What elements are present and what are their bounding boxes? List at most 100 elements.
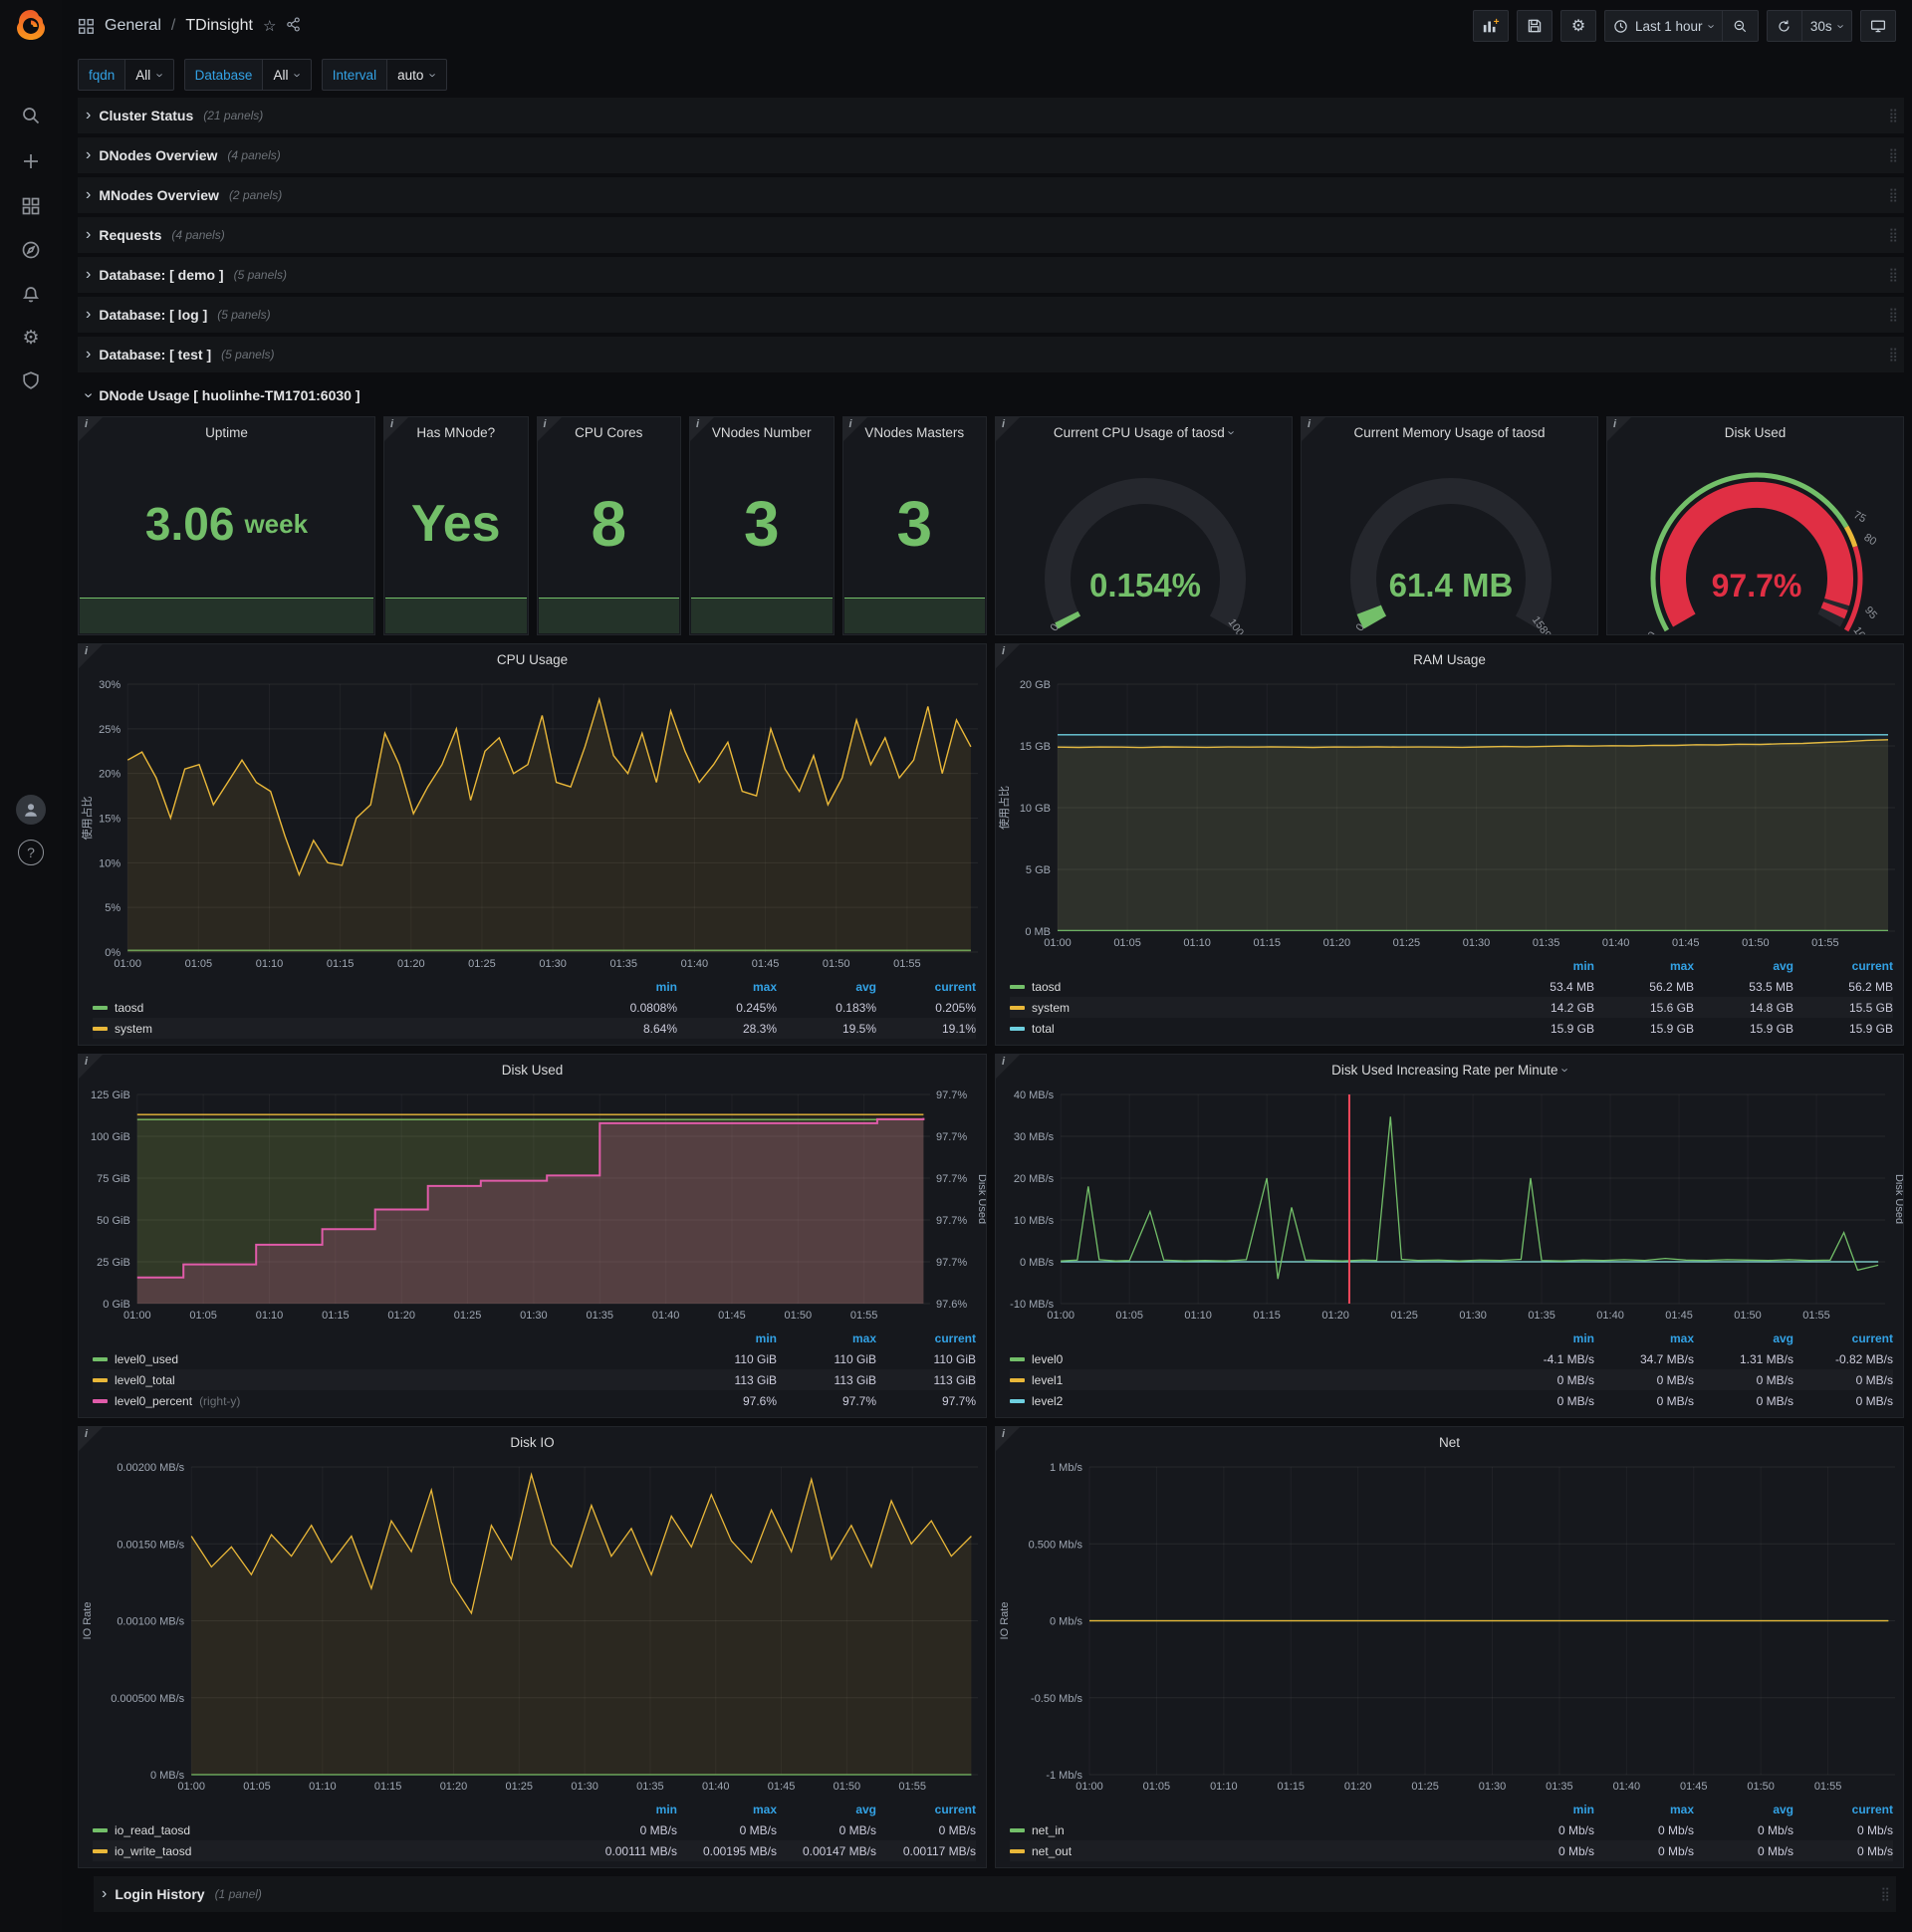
variable-database-value[interactable]: All › [263,59,312,91]
legend-header[interactable]: avg [1694,1331,1793,1345]
info-icon[interactable]: i [85,1056,88,1068]
info-icon[interactable]: i [1002,1428,1005,1440]
create-icon[interactable] [0,141,62,181]
legend-series-toggle[interactable]: system [93,1022,152,1036]
legend-series-toggle[interactable]: level1 [1010,1373,1063,1387]
row-drag-handle[interactable]: ⣿ [1888,267,1898,283]
legend-series-toggle[interactable]: level0_percent (right-y) [93,1394,240,1408]
legend-series-toggle[interactable]: io_write_taosd [93,1844,191,1858]
info-icon[interactable]: i [85,645,88,657]
legend-series-toggle[interactable]: taosd [93,1001,143,1015]
panel-header[interactable]: Disk Used Increasing Rate per Minute › [996,1055,1903,1085]
avatar-icon[interactable] [0,790,62,830]
dashboard-settings-button[interactable]: ⚙ [1559,10,1596,42]
panel-header[interactable]: Disk Used [1607,417,1903,447]
info-icon[interactable]: i [85,418,88,430]
legend-series-toggle[interactable]: taosd [1010,980,1061,994]
info-icon[interactable]: i [1308,418,1311,430]
row-drag-handle[interactable]: ⣿ [1888,307,1898,323]
info-icon[interactable]: i [85,1428,88,1440]
legend-header[interactable]: max [677,1803,777,1816]
legend-header[interactable]: min [1495,959,1594,973]
legend-header[interactable]: min [1495,1331,1594,1345]
legend-header[interactable]: max [1594,1803,1694,1816]
share-icon[interactable] [286,16,301,36]
server-admin-icon[interactable] [0,361,62,400]
cycle-view-mode-button[interactable] [1860,10,1896,42]
help-icon[interactable]: ? [0,833,62,872]
panel-header[interactable]: Disk IO [79,1427,986,1457]
legend-header[interactable]: max [677,980,777,994]
legend-header[interactable]: min [1495,1803,1594,1816]
refresh-interval-picker[interactable]: 30s › [1801,10,1852,42]
legend-series-toggle[interactable]: io_read_taosd [93,1823,190,1837]
info-icon[interactable]: i [849,418,852,430]
legend-series-toggle[interactable]: level2 [1010,1394,1063,1408]
panel-header[interactable]: Net [996,1427,1903,1457]
breadcrumb-folder[interactable]: General [105,17,161,35]
legend-header[interactable]: avg [1694,959,1793,973]
row-drag-handle[interactable]: ⣿ [1888,347,1898,362]
panel-menu-chevron-icon[interactable]: › [1224,430,1239,434]
info-icon[interactable]: i [544,418,547,430]
info-icon[interactable]: i [1002,645,1005,657]
legend-header[interactable]: current [876,1331,976,1345]
add-panel-button[interactable]: + [1472,10,1509,42]
legend-series-toggle[interactable]: total [1010,1022,1055,1036]
breadcrumb-dashboard-title[interactable]: TDinsight [185,17,253,35]
legend-header[interactable]: current [876,1803,976,1816]
row-drag-handle[interactable]: ⣿ [1888,108,1898,123]
legend-header[interactable]: current [876,980,976,994]
legend-header[interactable]: min [578,980,677,994]
search-icon[interactable] [0,96,62,135]
row-dnode-usage[interactable]: › DNode Usage [ huolinhe-TM1701:6030 ] [78,376,1904,414]
info-icon[interactable]: i [390,418,393,430]
legend-header[interactable]: avg [1694,1803,1793,1816]
panel-menu-chevron-icon[interactable]: › [1557,1068,1572,1072]
legend-series-toggle[interactable]: system [1010,1001,1070,1015]
zoom-out-time-button[interactable] [1722,10,1759,42]
panel-header[interactable]: Current Memory Usage of taosd [1302,417,1597,447]
dashboard-row-collapsed[interactable]: › Cluster Status (21 panels) ⣿ [78,98,1904,133]
row-drag-handle[interactable]: ⣿ [1888,147,1898,163]
panel-header[interactable]: Current CPU Usage of taosd › [996,417,1292,447]
panel-header[interactable]: Uptime [79,417,374,447]
dashboards-icon[interactable] [0,186,62,226]
panel-header[interactable]: CPU Usage [79,644,986,674]
alerting-icon[interactable] [0,275,62,315]
dashboard-row-collapsed[interactable]: › Database: [ test ] (5 panels) ⣿ [78,337,1904,372]
variable-interval-value[interactable]: auto › [387,59,447,91]
row-drag-handle[interactable]: ⣿ [1880,1886,1890,1902]
dashboard-row-collapsed[interactable]: › Database: [ log ] (5 panels) ⣿ [78,297,1904,333]
legend-header[interactable]: avg [777,980,876,994]
panel-header[interactable]: RAM Usage [996,644,1903,674]
legend-series-toggle[interactable]: net_in [1010,1823,1065,1837]
explore-icon[interactable] [0,230,62,270]
panel-header[interactable]: Disk Used [79,1055,986,1085]
legend-header[interactable]: max [777,1331,876,1345]
legend-header[interactable]: current [1793,1331,1893,1345]
legend-series-toggle[interactable]: net_out [1010,1844,1072,1858]
legend-header[interactable]: max [1594,959,1694,973]
legend-header[interactable]: current [1793,1803,1893,1816]
legend-header[interactable]: min [578,1803,677,1816]
legend-header[interactable]: avg [777,1803,876,1816]
row-drag-handle[interactable]: ⣿ [1888,187,1898,203]
legend-header[interactable]: max [1594,1331,1694,1345]
dashboard-row-collapsed[interactable]: › MNodes Overview (2 panels) ⣿ [78,177,1904,213]
configuration-icon[interactable]: ⚙ [0,318,62,358]
save-dashboard-button[interactable] [1516,10,1553,42]
legend-header[interactable]: min [677,1331,777,1345]
dashboard-row-collapsed[interactable]: › Database: [ demo ] (5 panels) ⣿ [78,257,1904,293]
legend-series-toggle[interactable]: level0_total [93,1373,175,1387]
row-login-history[interactable]: › Login History (1 panel) ⣿ [94,1876,1896,1912]
legend-header[interactable]: current [1793,959,1893,973]
legend-series-toggle[interactable]: level0_used [93,1352,178,1366]
variable-fqdn-value[interactable]: All › [125,59,174,91]
info-icon[interactable]: i [1613,418,1616,430]
refresh-button[interactable] [1766,10,1802,42]
row-drag-handle[interactable]: ⣿ [1888,227,1898,243]
info-icon[interactable]: i [1002,1056,1005,1068]
dashboard-row-collapsed[interactable]: › DNodes Overview (4 panels) ⣿ [78,137,1904,173]
time-range-picker[interactable]: Last 1 hour › [1603,10,1723,42]
